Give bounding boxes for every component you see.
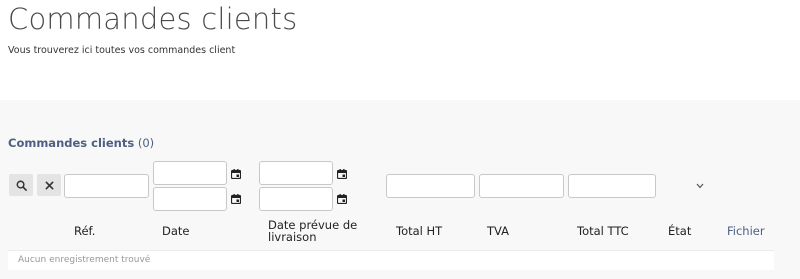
column-header-ref[interactable]: Réf. xyxy=(74,225,95,237)
column-header-delivery-line2: livraison xyxy=(268,230,317,244)
column-header-status[interactable]: État xyxy=(668,225,691,237)
column-header-delivery-date[interactable]: Date prévue de livraison xyxy=(268,219,357,243)
column-header-total-ht[interactable]: Total HT xyxy=(396,225,442,237)
ref-filter-input[interactable] xyxy=(64,174,149,198)
date-end-input[interactable] xyxy=(153,187,227,211)
empty-message: Aucun enregistrement trouvé xyxy=(18,255,151,265)
list-title-label: Commandes clients xyxy=(8,136,135,150)
calendar-icon[interactable] xyxy=(231,169,241,179)
tva-filter-input[interactable] xyxy=(479,174,564,198)
status-filter-select[interactable] xyxy=(660,174,714,198)
total-ht-filter-input[interactable] xyxy=(386,174,475,198)
table-row: Aucun enregistrement trouvé xyxy=(8,250,774,270)
page-subtitle: Vous trouverez ici toutes vos commandes … xyxy=(8,45,236,56)
list-title: Commandes clients (0) xyxy=(8,136,154,150)
reset-filters-button[interactable] xyxy=(37,174,61,196)
total-ttc-filter-input[interactable] xyxy=(568,174,656,198)
close-icon xyxy=(45,181,53,189)
delivery-date-end-input[interactable] xyxy=(259,187,333,211)
calendar-icon[interactable] xyxy=(337,169,347,179)
calendar-icon[interactable] xyxy=(337,194,347,204)
column-header-date[interactable]: Date xyxy=(162,225,190,237)
page: Commandes clients Vous trouverez ici tou… xyxy=(0,0,800,279)
column-header-tva[interactable]: TVA xyxy=(487,225,509,237)
column-header-total-ttc[interactable]: Total TTC xyxy=(577,225,629,237)
chevron-down-icon xyxy=(696,183,704,189)
page-title: Commandes clients xyxy=(8,2,298,36)
search-button[interactable] xyxy=(9,174,33,196)
delivery-date-start-input[interactable] xyxy=(259,161,333,185)
list-count: (0) xyxy=(137,136,155,150)
calendar-icon[interactable] xyxy=(231,194,241,204)
date-start-input[interactable] xyxy=(153,161,227,185)
column-header-file[interactable]: Fichier xyxy=(727,225,765,237)
search-icon xyxy=(16,180,27,191)
